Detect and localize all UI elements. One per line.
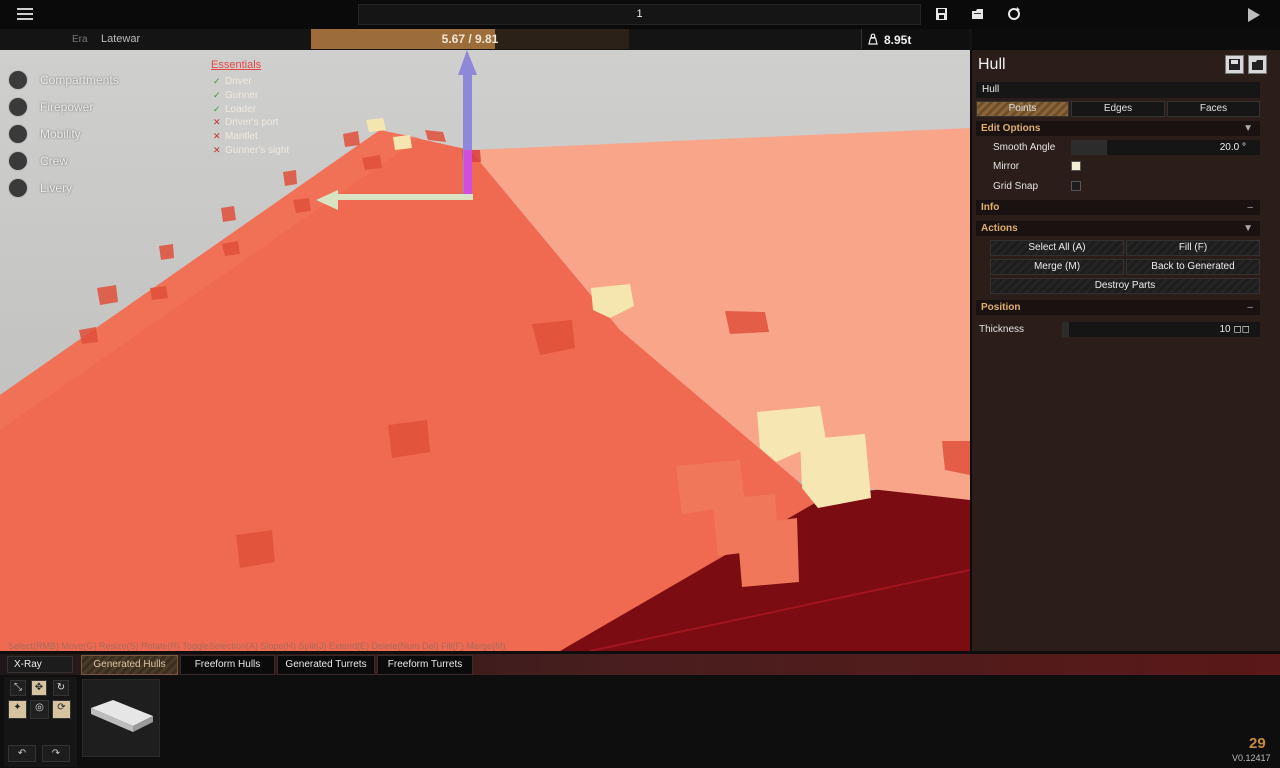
section-title: Actions (981, 223, 1018, 234)
cost-text: 5.67 / 9.81 (441, 32, 499, 46)
essential-label: Loader (225, 104, 257, 115)
weight-display: 8.95t (861, 29, 969, 49)
tab-faces[interactable]: Faces (1167, 101, 1260, 117)
nav-livery[interactable]: Livery (8, 178, 198, 200)
slider-fill (1062, 322, 1069, 337)
essentials-title[interactable]: Essentials (211, 59, 261, 71)
slider-fill (1071, 140, 1107, 155)
rotate-icon[interactable]: ↻ (53, 680, 69, 696)
destroy-parts-button[interactable]: Destroy Parts (990, 278, 1260, 294)
essential-item: ✕ Mantlet (213, 131, 258, 142)
mirror-label: Mirror (993, 161, 1020, 172)
redo-button[interactable]: ↷ (42, 745, 70, 762)
wheel-icon (8, 124, 28, 144)
info-header[interactable]: Info – (976, 200, 1260, 215)
vehicle-name-field[interactable]: 1 (358, 4, 921, 25)
edit-options-header[interactable]: Edit Options ▼ (976, 121, 1260, 136)
essential-item: ✓ Driver (213, 76, 252, 87)
nav-label: Livery (40, 181, 73, 195)
refresh-icon[interactable] (1006, 6, 1022, 22)
panel-open-icon[interactable] (1248, 55, 1267, 74)
cannon-icon (8, 97, 28, 117)
era-value[interactable]: Latewar (101, 33, 140, 45)
section-title: Edit Options (981, 123, 1041, 134)
open-icon[interactable] (970, 6, 986, 22)
essential-label: Gunner's sight (225, 145, 290, 156)
section-title: Info (981, 202, 1000, 213)
thickness-label: Thickness (979, 324, 1025, 335)
nav-label: Firepower (40, 100, 94, 114)
grid-snap-label: Grid Snap (993, 181, 1039, 192)
play-icon[interactable] (1248, 8, 1260, 22)
xray-toggle[interactable]: X-Ray (7, 656, 73, 673)
scale-icon[interactable]: ⤡ (10, 680, 26, 696)
smooth-angle-label: Smooth Angle (993, 142, 1056, 153)
nav-label: Mobility (40, 127, 81, 141)
person-icon (8, 151, 28, 171)
save-icon[interactable] (934, 6, 950, 22)
weight-text: 8.95t (884, 33, 912, 47)
box-icon (8, 70, 28, 90)
target-icon[interactable]: ◎ (30, 700, 49, 719)
nav-mobility[interactable]: Mobility (8, 124, 198, 146)
essential-item: ✕ Gunner's sight (213, 145, 290, 156)
collapse-icon: – (1247, 202, 1253, 213)
mirror-checkbox[interactable] (1071, 161, 1081, 171)
panel-save-icon[interactable] (1225, 55, 1244, 74)
cost-progress-bar: 5.67 / 9.81 (311, 29, 629, 49)
tab-freeform-hulls[interactable]: Freeform Hulls (180, 655, 275, 675)
magic-icon[interactable]: ✦ (8, 700, 27, 719)
essential-label: Driver (225, 76, 252, 87)
nav-firepower[interactable]: Firepower (8, 97, 198, 119)
hull-preset-thumbnail[interactable] (82, 679, 160, 757)
weight-icon (868, 33, 878, 45)
thickness-slider[interactable]: 10 ◻◻ (1062, 322, 1260, 337)
merge-button[interactable]: Merge (M) (990, 259, 1124, 275)
nav-label: Compartments (40, 73, 119, 87)
essential-label: Mantlet (225, 131, 258, 142)
fill-button[interactable]: Fill (F) (1126, 240, 1260, 256)
thickness-value: 10 ◻◻ (1219, 324, 1250, 335)
smooth-angle-slider[interactable]: 20.0 ° (1071, 140, 1260, 155)
essential-label: Driver's port (225, 117, 279, 128)
back-to-generated-button[interactable]: Back to Generated (1126, 259, 1260, 275)
nav-compartments[interactable]: Compartments (8, 70, 198, 92)
collapse-icon: ▼ (1243, 123, 1253, 134)
tab-edges[interactable]: Edges (1071, 101, 1165, 117)
smooth-angle-value: 20.0 ° (1219, 142, 1246, 153)
actions-header[interactable]: Actions ▼ (976, 221, 1260, 236)
era-label: Era (72, 34, 88, 45)
position-header[interactable]: Position – (976, 300, 1260, 315)
hull-name-field[interactable]: Hull (976, 82, 1260, 98)
collapse-icon: ▼ (1243, 223, 1253, 234)
move-icon[interactable]: ✥ (31, 680, 47, 696)
brush-icon (8, 178, 28, 198)
tab-generated-hulls[interactable]: Generated Hulls (81, 655, 178, 675)
essential-item: ✓ Gunner (213, 90, 259, 101)
select-all-button[interactable]: Select All (A) (990, 240, 1124, 256)
tab-freeform-turrets[interactable]: Freeform Turrets (377, 655, 473, 675)
cycle-icon[interactable]: ⟳ (52, 700, 71, 719)
essential-item: ✓ Loader (213, 104, 257, 115)
fps-counter: 29 (1249, 735, 1266, 752)
keyboard-help-text: Select(RMB) Move(G) Resize(S) Rotate(R) … (8, 641, 506, 651)
essential-item: ✕ Driver's port (213, 117, 279, 128)
panel-title: Hull (978, 56, 1006, 73)
undo-button[interactable]: ↶ (8, 745, 36, 762)
collapse-icon: – (1247, 302, 1253, 313)
version-label: V0.12417 (1232, 753, 1271, 763)
hamburger-menu-icon[interactable] (17, 8, 33, 21)
tab-points[interactable]: Points (976, 101, 1069, 117)
tab-generated-turrets[interactable]: Generated Turrets (277, 655, 375, 675)
nav-crew[interactable]: Crew (8, 151, 198, 173)
essential-label: Gunner (225, 90, 259, 101)
section-title: Position (981, 302, 1021, 313)
grid-snap-checkbox[interactable] (1071, 181, 1081, 191)
nav-label: Crew (40, 154, 69, 168)
